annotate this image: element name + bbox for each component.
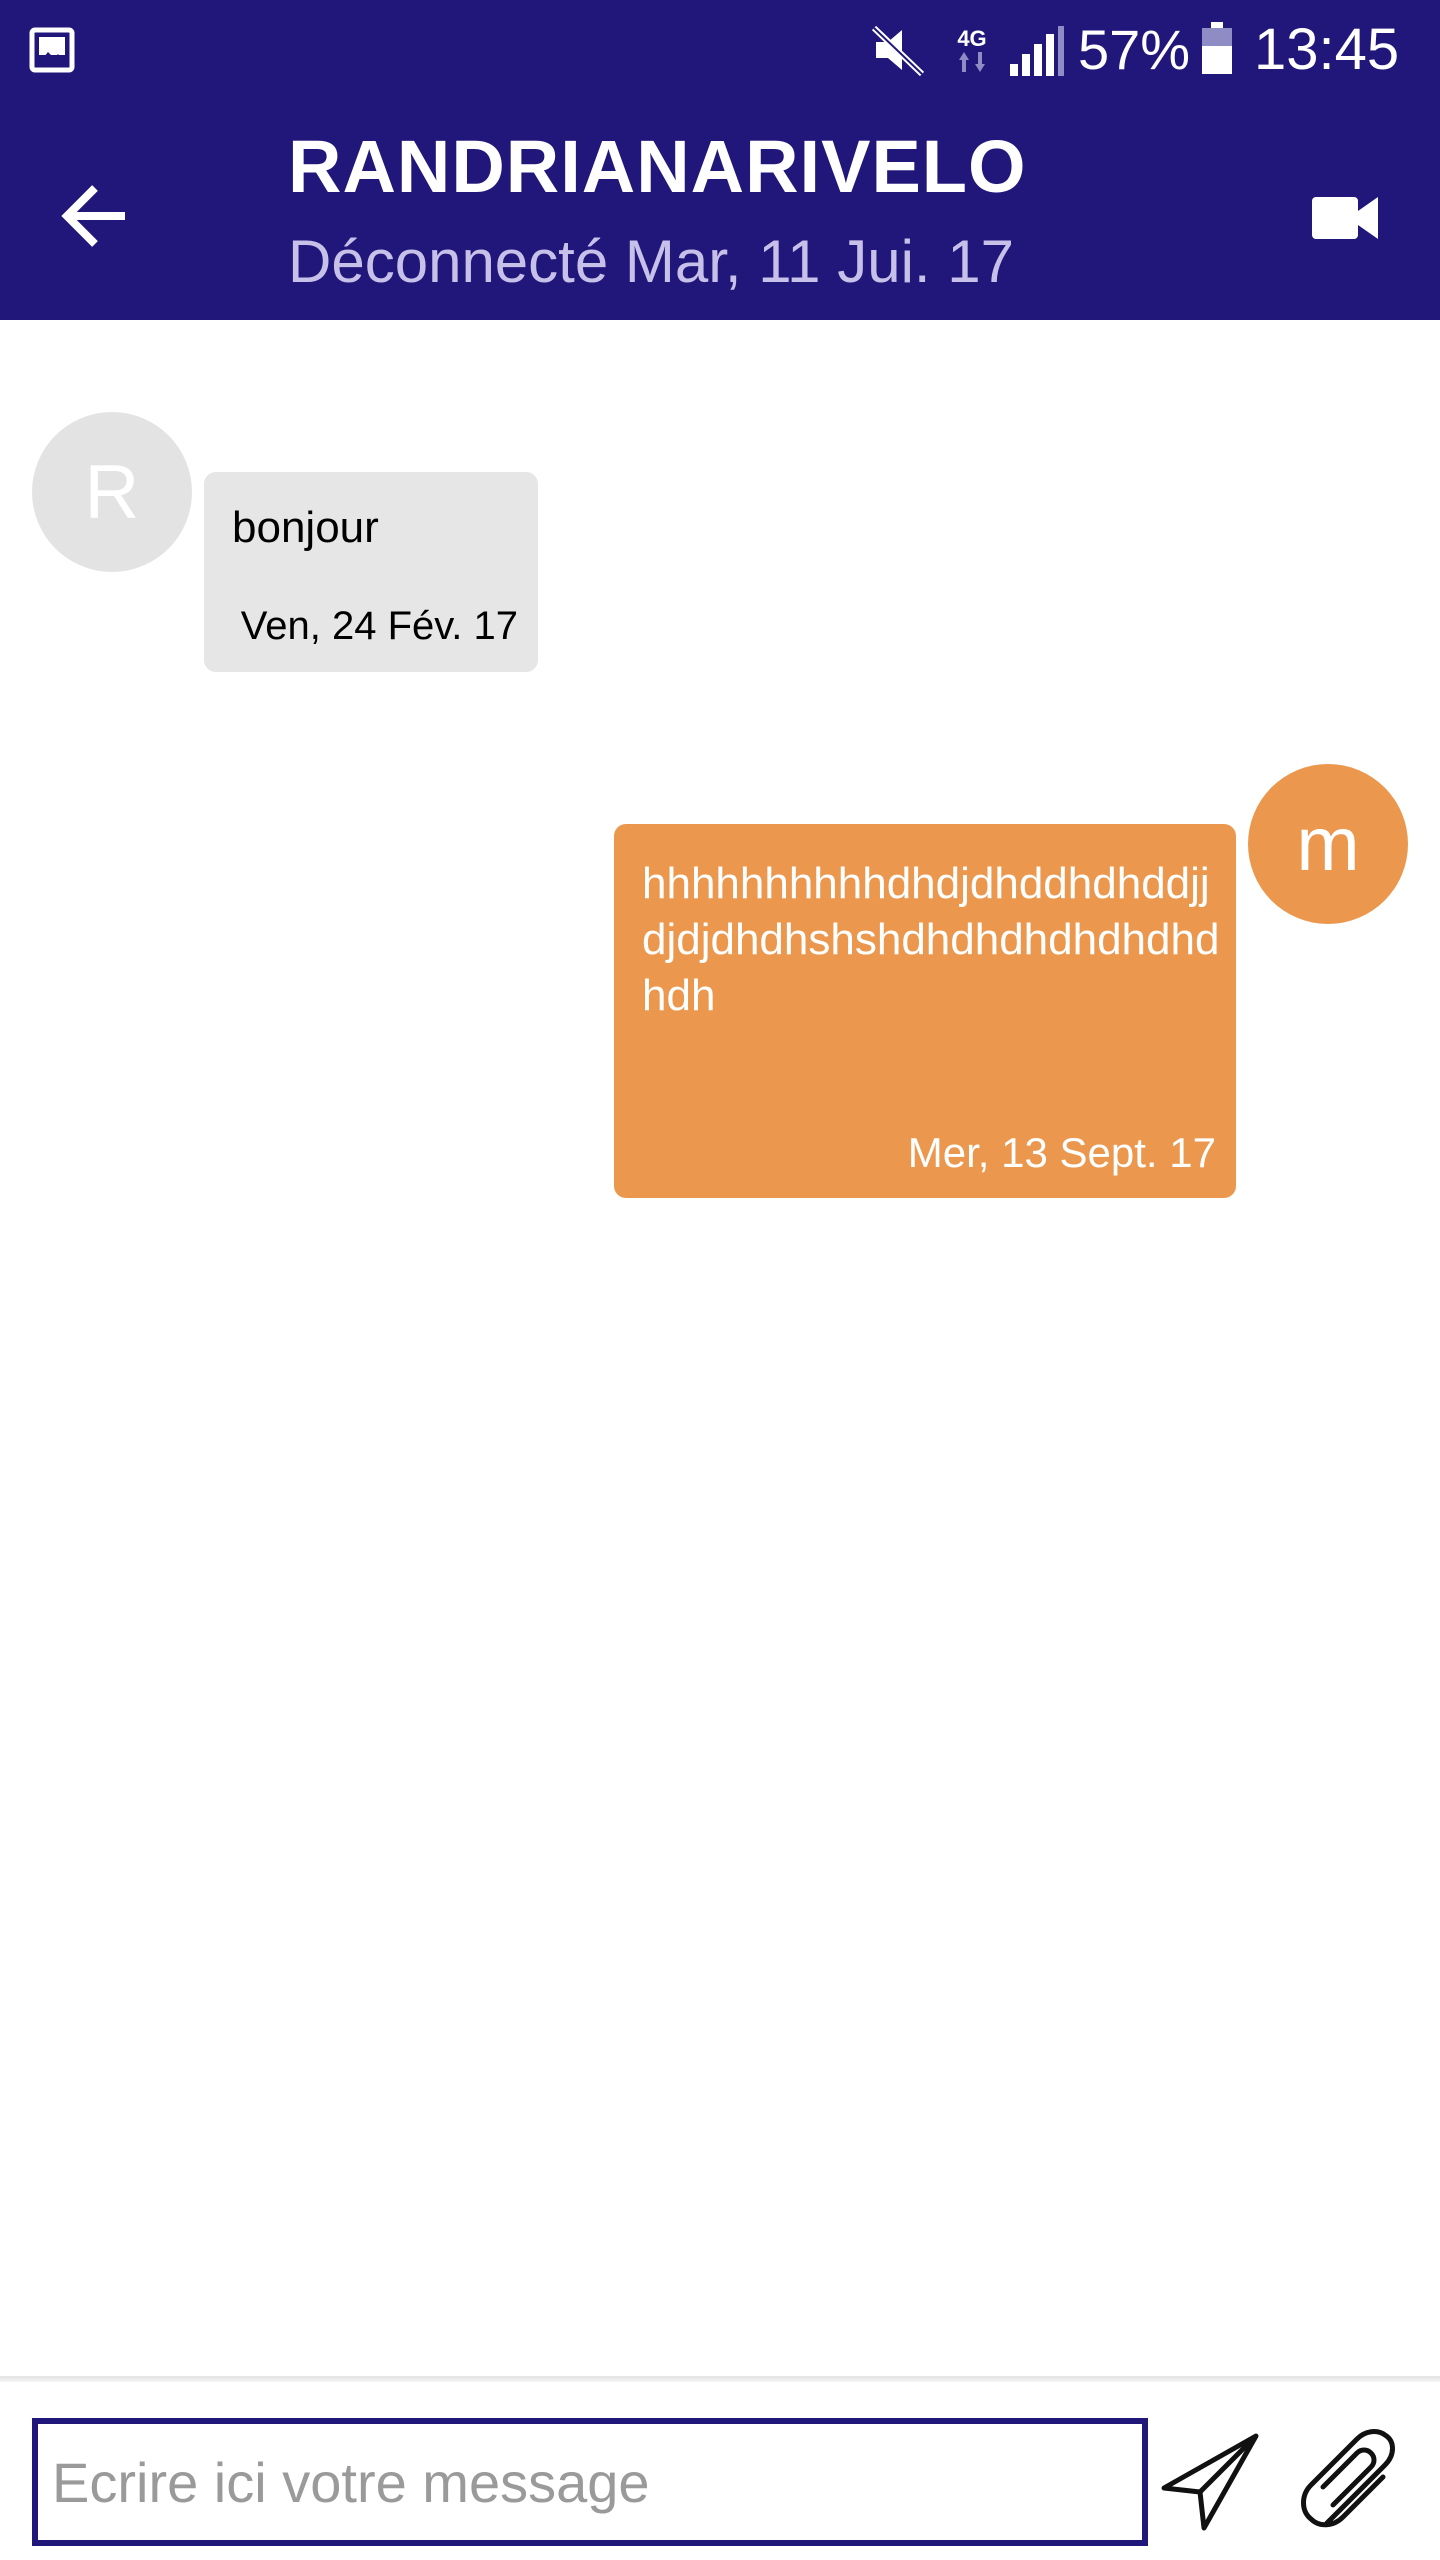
- back-arrow-icon: [61, 185, 125, 247]
- contact-avatar[interactable]: R: [32, 412, 192, 572]
- send-icon: [1161, 2433, 1259, 2531]
- user-avatar[interactable]: m: [1248, 764, 1408, 924]
- svg-text:4G: 4G: [957, 26, 986, 51]
- paperclip-icon: [1301, 2429, 1395, 2528]
- attach-button[interactable]: [1288, 2418, 1418, 2548]
- battery-icon: [1202, 22, 1232, 74]
- battery-percentage: 57%: [1078, 18, 1191, 81]
- gallery-icon: [29, 27, 75, 73]
- message-text: bonjour: [232, 503, 379, 552]
- back-button[interactable]: [40, 160, 152, 272]
- incoming-message[interactable]: bonjour Ven, 24 Fév. 17: [204, 472, 538, 672]
- message-composer: [0, 2382, 1440, 2560]
- message-timestamp: Ven, 24 Fév. 17: [240, 604, 518, 648]
- chat-header: RANDRIANARIVELO Déconnecté Mar, 11 Jui. …: [0, 100, 1440, 320]
- video-call-button[interactable]: [1290, 168, 1402, 268]
- contact-name: RANDRIANARIVELO: [288, 125, 1027, 208]
- message-input[interactable]: [32, 2418, 1148, 2546]
- contact-status: Déconnecté Mar, 11 Jui. 17: [288, 228, 1014, 295]
- signal-icon: [1010, 26, 1064, 76]
- outgoing-message[interactable]: hhhhhhhhhhdhdjdhddhdhddjjdjdjdhdhshshdhd…: [614, 824, 1236, 1198]
- message-text: hhhhhhhhhhdhdjdhddhdhddjjdjdjdhdhshshdhd…: [642, 859, 1220, 1020]
- mute-icon: [871, 25, 925, 77]
- status-bar: 4G 57% 13:45: [0, 0, 1440, 100]
- network-4g-icon: 4G: [957, 26, 987, 72]
- video-camera-icon: [1312, 197, 1378, 239]
- message-timestamp: Mer, 13 Sept. 17: [907, 1129, 1216, 1176]
- status-clock: 13:45: [1254, 17, 1400, 82]
- send-button[interactable]: [1150, 2422, 1270, 2542]
